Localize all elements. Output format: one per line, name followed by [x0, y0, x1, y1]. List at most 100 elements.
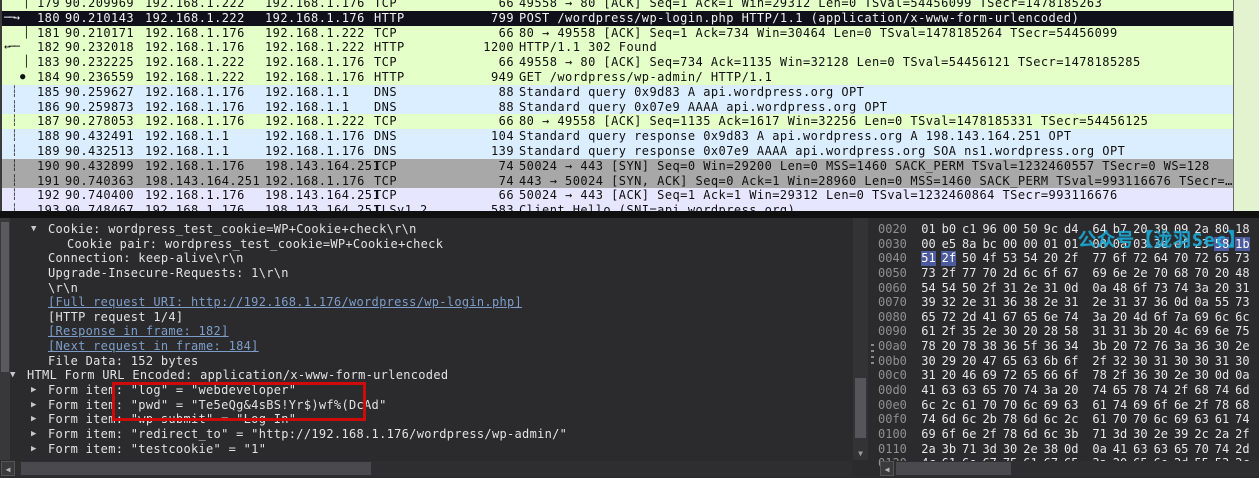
packet-length: 88 [454, 100, 514, 115]
scrollbar-thumb[interactable] [855, 378, 866, 438]
packet-row[interactable]: ──→18090.210143192.168.1.222192.168.1.17… [2, 11, 1259, 26]
packet-row[interactable]: ●18490.236559192.168.1.222192.168.1.176H… [2, 70, 1259, 85]
scroll-down-icon[interactable]: ▼ [853, 449, 868, 458]
hex-row[interactable]: 00d04163636570743a20746578742f68746d [878, 383, 1255, 398]
detail-tree-line[interactable]: ▶Form item: "log" = "webdeveloper" [0, 383, 853, 398]
hex-byte: 0d [1214, 368, 1229, 383]
detail-tree-line[interactable]: ▶Form item: "testcookie" = "1" [0, 442, 853, 457]
detail-tree-line[interactable]: Cookie pair: wordpress_test_cookie=WP+Co… [0, 237, 853, 252]
packet-number: 189 [32, 144, 60, 159]
collapsed-arrow-icon[interactable]: ▶ [31, 412, 37, 427]
hex-row[interactable]: 0090612f352e3020285831313b204c696e75 [878, 324, 1255, 339]
hex-horizontal-scrollbar[interactable]: ◀ ▶ [880, 461, 1259, 476]
expanded-arrow-icon[interactable]: ▼ [31, 222, 37, 237]
packet-row[interactable]: │17990.209969192.168.1.222192.168.1.176T… [2, 0, 1259, 11]
hex-byte: 38 [1023, 295, 1038, 310]
collapsed-arrow-icon[interactable]: ▶ [31, 398, 37, 413]
hex-byte: 00 [1023, 237, 1038, 252]
detail-link[interactable]: [Full request URI: http://192.168.1.176/… [48, 295, 522, 309]
detail-tree-line[interactable]: [HTTP request 1/4] [0, 310, 853, 325]
hex-row[interactable]: 007039322e3136382e312e3137360d0a5573 [878, 295, 1255, 310]
packet-time: 90.432899 [65, 159, 145, 174]
bottom-panes: ▼Cookie: wordpress_test_cookie=WP+Cookie… [0, 218, 1259, 478]
hex-byte: 2f [1064, 251, 1079, 266]
detail-tree-line[interactable]: ▼HTML Form URL Encoded: application/x-ww… [0, 368, 853, 383]
hex-byte: 61 [921, 324, 936, 339]
hex-row[interactable]: 008065722d4167656e743a204d6f7a696c6c [878, 310, 1255, 325]
hex-byte: 6c [1235, 310, 1250, 325]
detail-tree-line[interactable]: Connection: keep-alive\r\n [0, 251, 853, 266]
hex-row[interactable]: 002001b0c19600509cd464b72039092a8018 [878, 222, 1255, 237]
hex-byte: 2c [941, 398, 956, 413]
packet-row[interactable]: │18390.232225192.168.1.222192.168.1.176T… [2, 55, 1259, 70]
packet-row[interactable]: ←──18290.232018192.168.1.176192.168.1.22… [2, 40, 1259, 55]
packet-row[interactable]: ┆19190.740363198.143.164.251192.168.1.17… [2, 174, 1259, 189]
panel-splitter[interactable] [868, 218, 878, 478]
hex-offset: 0070 [878, 295, 910, 310]
hex-row[interactable]: 00a078207838365f36343b2072763a36302e [878, 339, 1255, 354]
hex-row[interactable]: 01102a3b713d302e380d0a4163636570742d [878, 442, 1255, 457]
packet-row[interactable]: ┆19090.432899192.168.1.176198.143.164.25… [2, 159, 1259, 174]
detail-link[interactable]: [Response in frame: 182] [48, 324, 229, 338]
related-packet-marker: ┆ [2, 129, 32, 144]
hex-row[interactable]: 00605454502f312e310d0a486f73743a2031 [878, 281, 1255, 296]
hex-byte: 3b [941, 442, 956, 457]
detail-tree-line[interactable]: File Data: 152 bytes [0, 354, 853, 369]
scroll-left-icon[interactable]: ◀ [1, 461, 15, 476]
detail-tree-line[interactable]: ▶Form item: "pwd" = "Te5eQg&4sBS!Yr$)wf%… [0, 398, 853, 413]
packet-row[interactable]: │18190.210171192.168.1.176192.168.1.222T… [2, 26, 1259, 41]
packet-destination: 192.168.1.176 [265, 174, 374, 189]
packet-row[interactable]: ┆18790.278053192.168.1.176192.168.1.222T… [2, 114, 1259, 129]
hex-byte: 72 [941, 310, 956, 325]
expanded-arrow-icon[interactable]: ▼ [10, 368, 16, 383]
detail-vertical-scrollbar[interactable]: ▼ [853, 218, 868, 460]
hex-row[interactable]: 00c0312046697265666f782f36302e300d0a [878, 368, 1255, 383]
hex-row[interactable]: 003000e58abc00000101080a033eef23581b [878, 237, 1255, 252]
packet-info: Standard query response 0x9d83 A api.wor… [519, 129, 1259, 144]
hex-byte: 6f [1153, 398, 1168, 413]
related-packet-marker: ──→ [2, 11, 32, 26]
detail-tree-line[interactable]: ▶Form item: "wp-submit" = "Log In" [0, 412, 853, 427]
detail-tree-line[interactable]: ▼Cookie: wordpress_test_cookie=WP+Cookie… [0, 222, 853, 237]
hex-row[interactable]: 00f0746d6c2b786d6c2c6170706c69636174 [878, 412, 1255, 427]
scrollbar-thumb[interactable] [21, 462, 371, 475]
packet-row[interactable]: ┆18690.259873192.168.1.176192.168.1.1DNS… [2, 100, 1259, 115]
collapsed-arrow-icon[interactable]: ▶ [31, 383, 37, 398]
hex-byte: 6f [1064, 368, 1079, 383]
hex-row[interactable]: 00e06c2c6170706c69636174696f6e2f7868 [878, 398, 1255, 413]
detail-link[interactable]: [Next request in frame: 184] [48, 339, 259, 353]
detail-tree-line[interactable]: [Next request in frame: 184] [0, 339, 853, 354]
hex-byte: 6f [1064, 354, 1079, 369]
collapsed-arrow-icon[interactable]: ▶ [31, 442, 37, 457]
hex-byte: e5 [941, 237, 956, 252]
hex-byte: 70 [1003, 383, 1018, 398]
packet-row[interactable]: ┆18890.432491192.168.1.1192.168.1.176DNS… [2, 129, 1259, 144]
scroll-left-icon[interactable]: ◀ [880, 461, 894, 476]
hex-row[interactable]: 0050732f77702d6c6f67696e2e7068702048 [878, 266, 1255, 281]
hex-row[interactable]: 0100696f6e2f786d6c3b713d302e392c2a2f [878, 427, 1255, 442]
detail-tree-line[interactable]: ▶Form item: "redirect_to" = "http://192.… [0, 427, 853, 442]
hex-byte: 00 [921, 237, 936, 252]
packet-row[interactable]: ┆18590.259627192.168.1.176192.168.1.1DNS… [2, 85, 1259, 100]
packet-row[interactable]: ┆18990.432513192.168.1.1192.168.1.176DNS… [2, 144, 1259, 159]
packet-row[interactable]: ┆19390.748467192.168.1.176198.143.164.25… [2, 203, 1259, 211]
panel-divider[interactable] [0, 211, 1259, 218]
hex-byte: 74 [1064, 310, 1079, 325]
detail-tree-line[interactable]: [Full request URI: http://192.168.1.176/… [0, 295, 853, 310]
hex-row[interactable]: 0040512f504f5354202f776f726470726573 [878, 251, 1255, 266]
collapsed-arrow-icon[interactable]: ▶ [31, 427, 37, 442]
detail-tree-line[interactable]: \r\n [0, 281, 853, 296]
detail-tree-line[interactable]: [Response in frame: 182] [0, 324, 853, 339]
packet-length: 104 [454, 129, 514, 144]
hex-row[interactable]: 00b03029204765636b6f2f32303130303130 [878, 354, 1255, 369]
packet-info: 49558 → 80 [ACK] Seq=734 Ack=1135 Win=32… [519, 55, 1259, 70]
detail-horizontal-scrollbar[interactable]: ◀ [1, 461, 852, 476]
packet-protocol: TCP [374, 174, 454, 189]
related-packet-marker: ┆ [2, 100, 32, 115]
packet-list-vertical-scrollbar[interactable] [1233, 0, 1259, 211]
detail-tree-line[interactable]: Upgrade-Insecure-Requests: 1\r\n [0, 266, 853, 281]
packet-row[interactable]: ┆19290.740400192.168.1.176198.143.164.25… [2, 188, 1259, 203]
hex-byte: 31 [1003, 281, 1018, 296]
packet-info: Client Hello (SNI=api.wordpress.org) [519, 203, 1259, 211]
scrollbar-thumb[interactable] [896, 462, 1011, 475]
